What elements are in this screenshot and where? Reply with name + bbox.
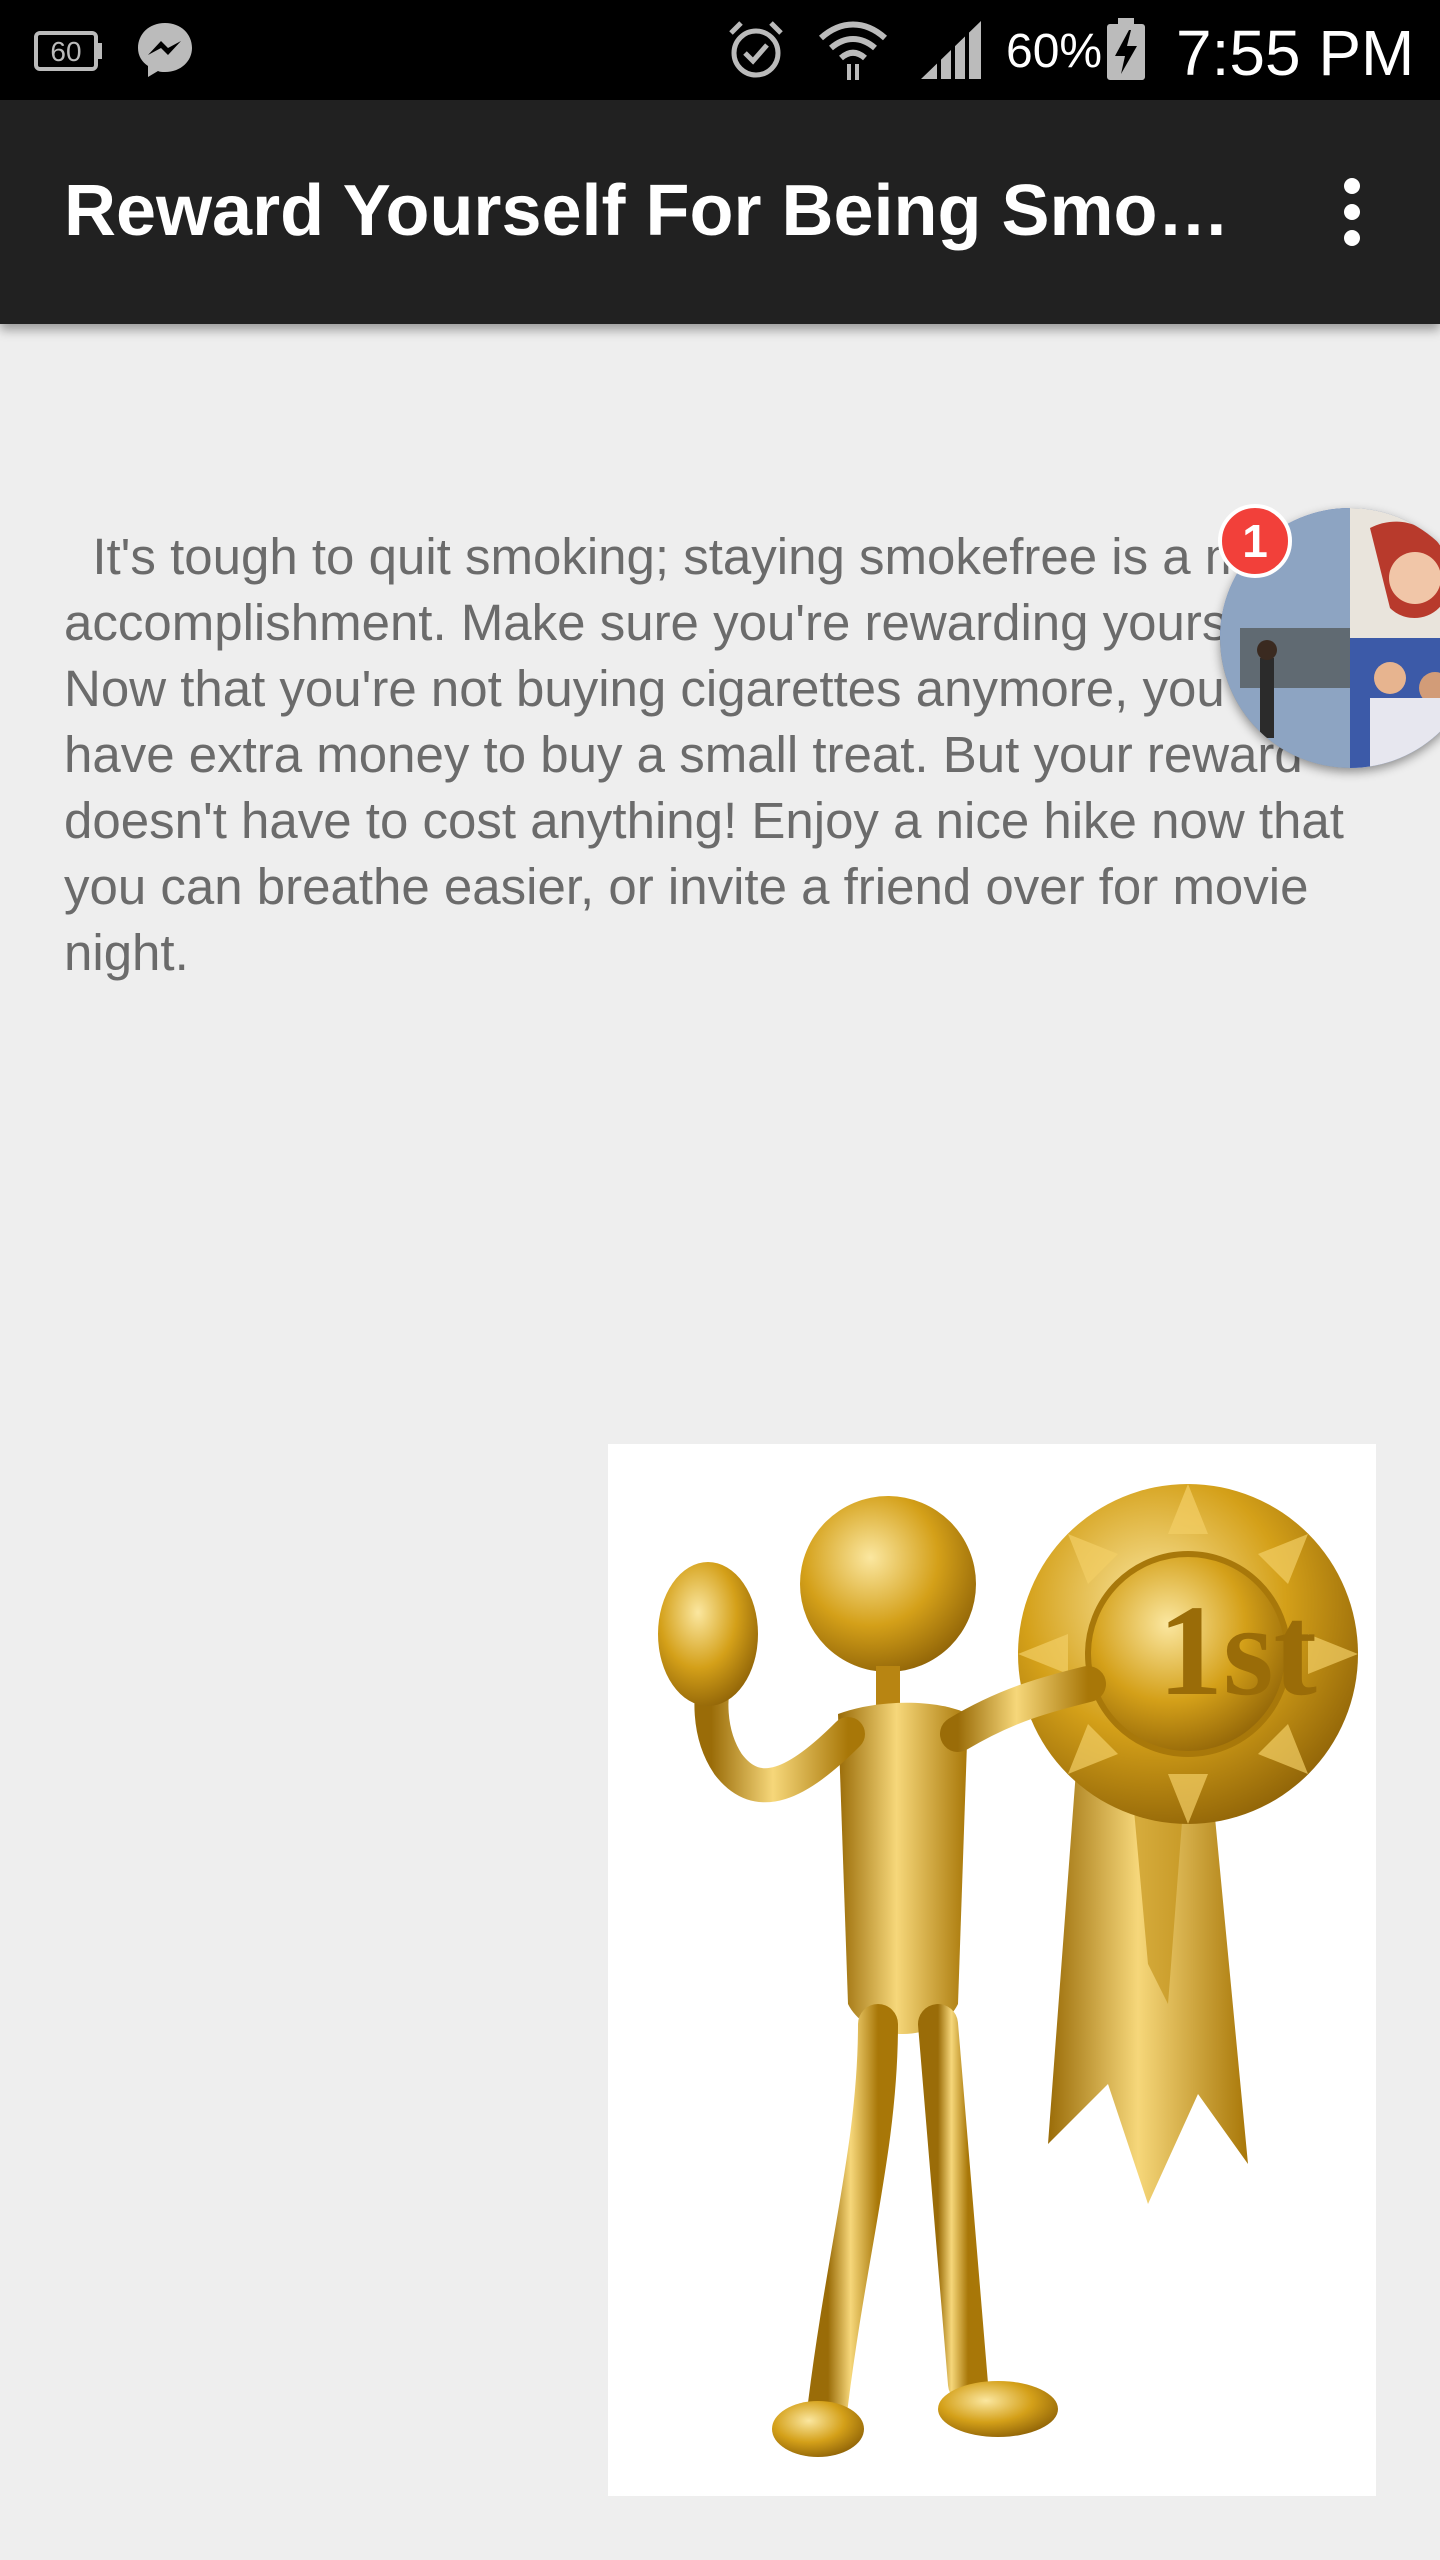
speed-60-icon: 60 [32,18,106,82]
svg-text:60: 60 [50,36,81,67]
app-bar: Reward Yourself For Being Smo… [0,100,1440,324]
battery-charging-icon [1104,18,1148,82]
wifi-icon [816,18,890,82]
status-bar: 60 60% 7:55 PM [0,0,1440,100]
app-title: Reward Yourself For Being Smo… [64,171,1230,251]
gold-figure-award-icon: 1st [608,1444,1376,2496]
tip-paragraph: It's tough to quit smoking; staying smok… [64,528,1364,981]
alarm-icon [724,18,788,82]
more-vert-icon[interactable] [1320,172,1384,252]
menu-dot [1344,230,1360,246]
menu-dot [1344,178,1360,194]
menu-dot [1344,204,1360,220]
notification-badge: 1 [1218,504,1292,578]
ribbon-label: 1st [1158,1579,1317,1723]
clock: 7:55 PM [1176,17,1415,89]
battery-percent: 60% [1006,25,1103,78]
messenger-icon [132,18,198,82]
signal-icon [916,18,986,82]
